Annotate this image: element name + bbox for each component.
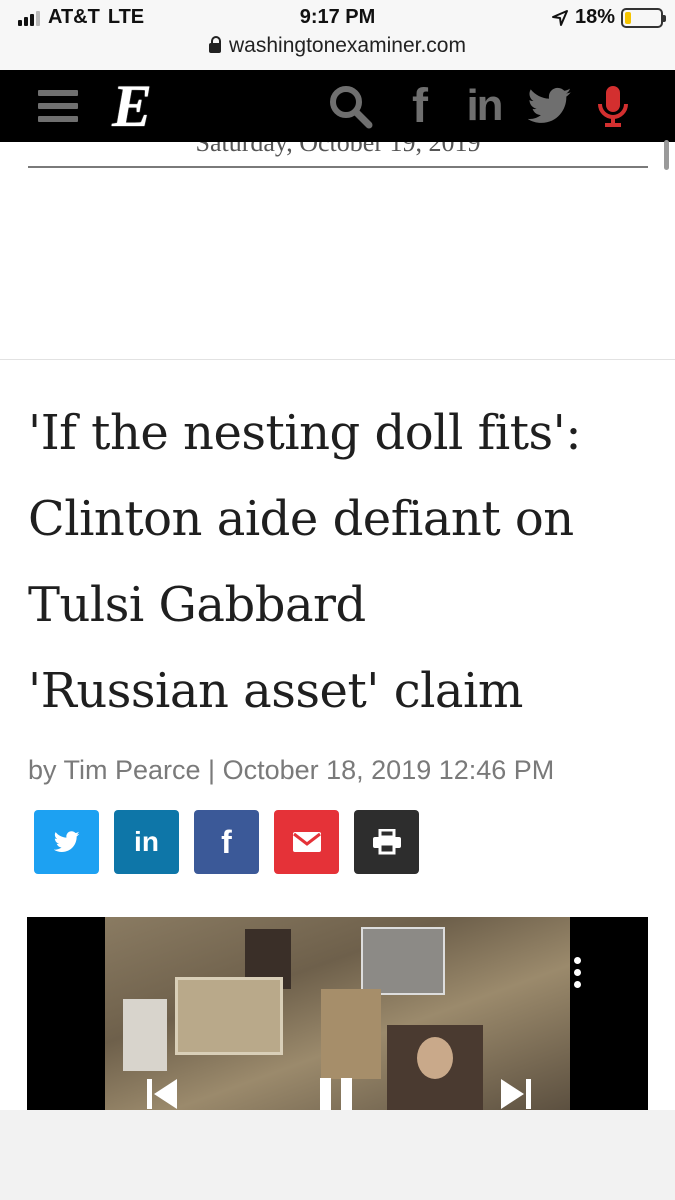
share-facebook-button[interactable]: f: [194, 810, 259, 874]
printer-icon: [372, 829, 401, 855]
previous-icon[interactable]: [145, 1077, 179, 1110]
collage-portrait: [387, 1025, 483, 1110]
browser-bottom-bar: [0, 1110, 675, 1200]
current-date: Saturday, October 19, 2019: [195, 142, 481, 157]
scrollbar-thumb[interactable]: [664, 140, 669, 170]
facebook-icon[interactable]: f: [402, 80, 438, 133]
collage-photo: [321, 989, 381, 1079]
microphone-icon[interactable]: [594, 82, 632, 130]
facebook-icon: f: [221, 823, 232, 860]
status-bar: AT&T LTE 9:17 PM 18% washingtonexaminer.…: [0, 0, 675, 70]
more-options-icon[interactable]: [574, 957, 582, 988]
collage-photo: [361, 927, 445, 995]
url-text: washingtonexaminer.com: [229, 34, 466, 57]
headline-line: Clinton aide defiant on: [28, 491, 574, 547]
battery-level: [625, 11, 631, 24]
battery-icon: [621, 7, 666, 28]
battery-percent: 18%: [574, 6, 615, 28]
site-logo[interactable]: E: [112, 76, 152, 136]
print-button[interactable]: [354, 810, 419, 874]
next-icon[interactable]: [499, 1077, 533, 1110]
twitter-icon[interactable]: [526, 82, 574, 130]
headline-line: Tulsi Gabbard: [28, 577, 366, 633]
share-email-button[interactable]: [274, 810, 339, 874]
address-bar[interactable]: washingtonexaminer.com: [0, 34, 675, 58]
linkedin-icon: in: [134, 826, 159, 857]
lock-icon: [209, 36, 222, 53]
menu-icon[interactable]: [38, 90, 78, 122]
collage-newspaper: [123, 999, 167, 1071]
divider: [0, 359, 675, 360]
linkedin-icon[interactable]: in: [460, 81, 508, 130]
headline-line: 'Russian asset' claim: [28, 663, 523, 719]
twitter-icon: [53, 831, 80, 852]
location-arrow-icon: [551, 9, 568, 26]
search-icon[interactable]: [326, 82, 374, 130]
article-byline: by Tim Pearce | October 18, 2019 12:46 P…: [28, 755, 555, 785]
date-strip: Saturday, October 19, 2019: [28, 142, 648, 168]
battery-info: 18%: [551, 6, 666, 29]
envelope-icon: [292, 832, 321, 852]
article-headline: 'If the nesting doll fits': Clinton aide…: [28, 390, 658, 734]
site-header: E f in: [0, 70, 675, 142]
share-buttons: in f: [34, 810, 419, 874]
collage-painting: [175, 977, 283, 1055]
video-player[interactable]: [27, 917, 648, 1110]
headline-line: 'If the nesting doll fits':: [28, 405, 582, 461]
share-linkedin-button[interactable]: in: [114, 810, 179, 874]
pause-icon[interactable]: [320, 1077, 352, 1110]
share-twitter-button[interactable]: [34, 810, 99, 874]
